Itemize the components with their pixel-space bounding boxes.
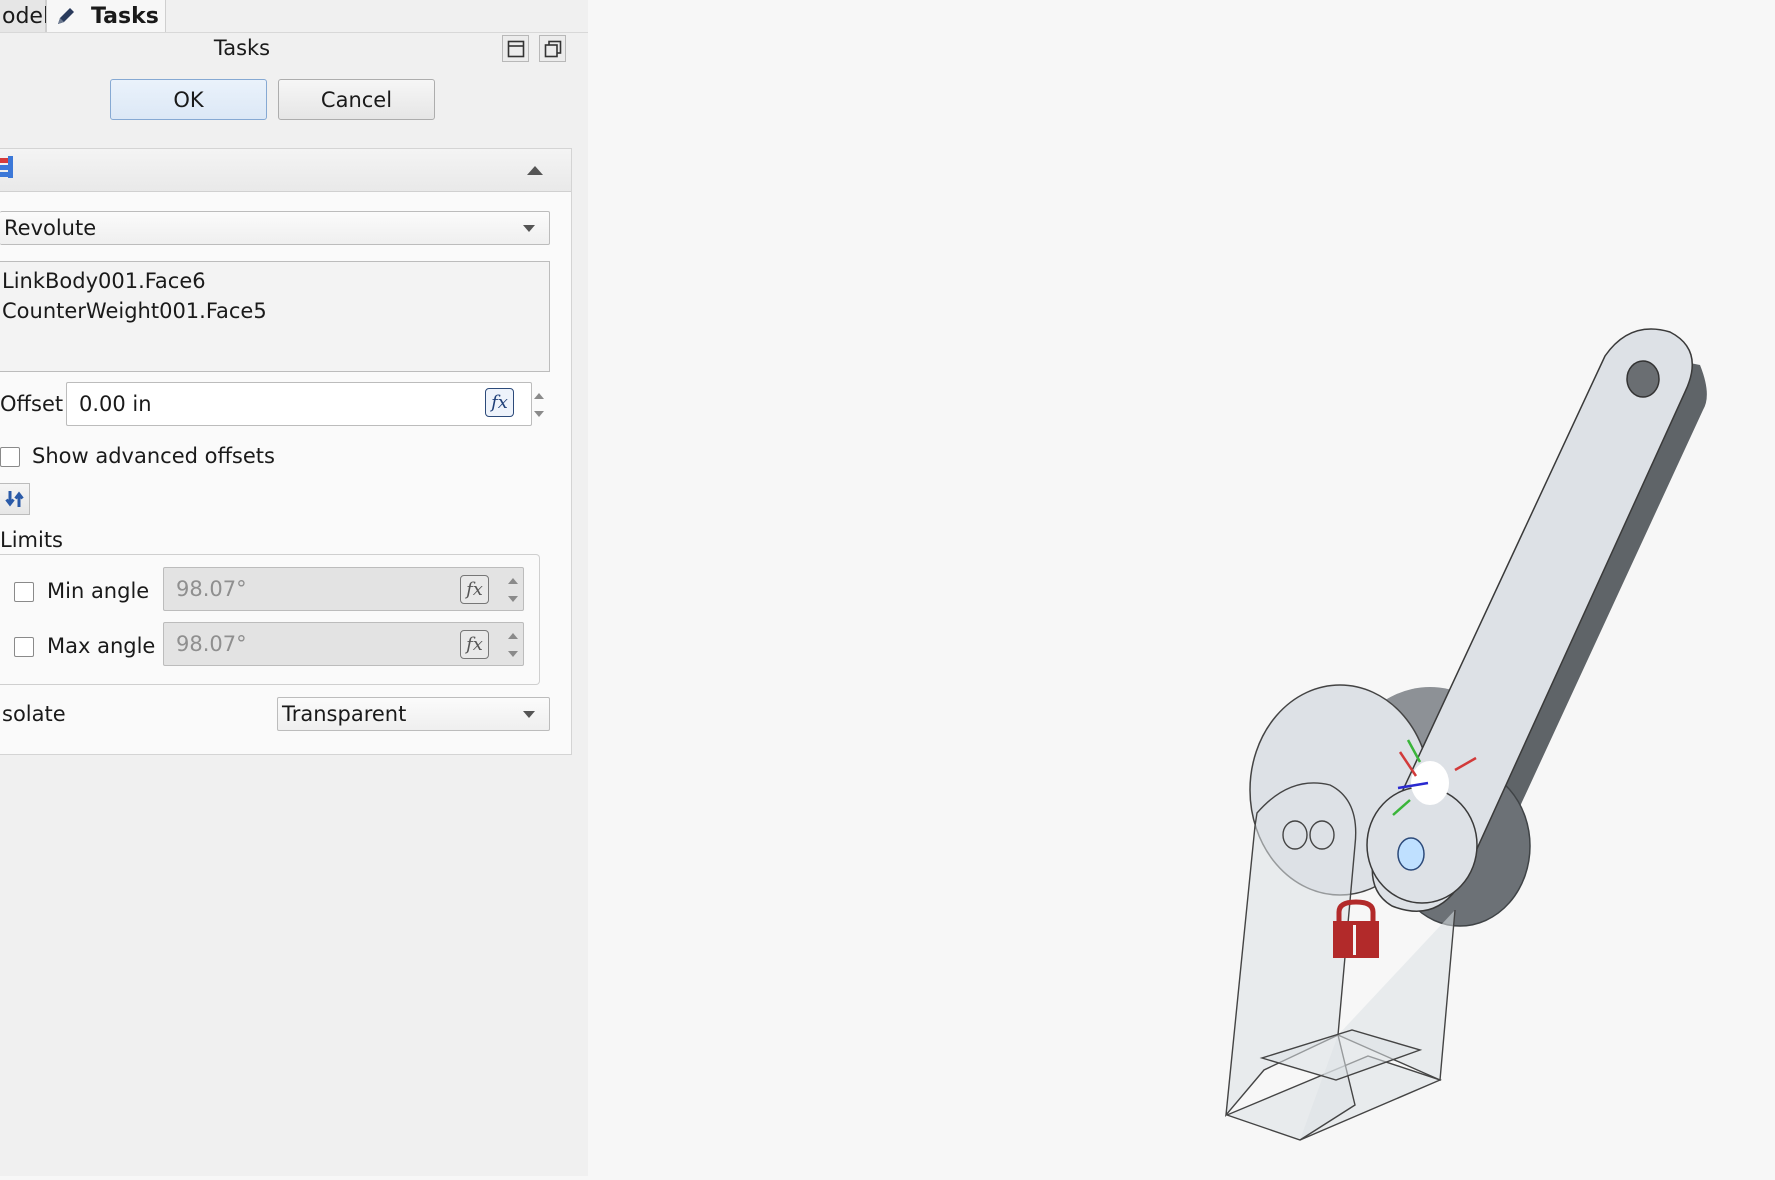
3d-viewport[interactable] — [588, 0, 1775, 1176]
isolate-select[interactable]: Transparent — [277, 697, 550, 731]
tab-tasks[interactable]: Tasks — [46, 0, 166, 32]
taskbox-header[interactable] — [0, 149, 571, 192]
min-angle-label: Min angle — [47, 579, 150, 603]
step-down-icon[interactable] — [508, 596, 518, 602]
show-advanced-offsets-checkbox[interactable] — [0, 447, 20, 467]
step-down-icon[interactable] — [534, 411, 544, 417]
max-angle-checkbox[interactable] — [14, 637, 34, 657]
fx-icon: fx — [466, 579, 483, 600]
step-up-icon[interactable] — [508, 578, 518, 584]
undock-panel-button[interactable] — [539, 35, 566, 62]
joint-type-value: Revolute — [4, 216, 97, 240]
offset-stepper[interactable] — [530, 383, 548, 425]
max-angle-stepper[interactable] — [504, 623, 522, 665]
offset-label: Offset — [0, 392, 64, 416]
reverse-direction-button[interactable] — [0, 483, 30, 515]
min-angle-stepper[interactable] — [504, 568, 522, 610]
link-top-hole — [1626, 360, 1660, 398]
isolate-label: solate — [2, 702, 66, 726]
offset-value: 0.00 in — [79, 392, 152, 416]
max-angle-value: 98.07° — [176, 632, 247, 656]
swap-arrows-icon — [4, 491, 24, 507]
isolate-value: Transparent — [282, 702, 407, 726]
list-item[interactable]: CounterWeight001.Face5 — [0, 296, 549, 326]
min-angle-expression-button[interactable]: fx — [460, 575, 489, 604]
step-down-icon[interactable] — [508, 651, 518, 657]
min-angle-checkbox[interactable] — [14, 582, 34, 602]
offset-input[interactable]: 0.00 in — [66, 382, 532, 426]
fx-icon: fx — [466, 634, 483, 655]
min-angle-value: 98.07° — [176, 577, 247, 601]
max-angle-label: Max angle — [47, 634, 156, 658]
list-item[interactable]: LinkBody001.Face6 — [0, 266, 549, 296]
link-pin-hole — [1397, 837, 1425, 871]
limits-label: Limits — [0, 528, 63, 552]
max-angle-expression-button[interactable]: fx — [460, 630, 489, 659]
joint-references-list[interactable]: LinkBody001.Face6 CounterWeight001.Face5 — [0, 261, 550, 372]
joint-type-select[interactable]: Revolute — [0, 211, 550, 245]
chevron-down-icon — [523, 225, 535, 232]
task-panel: odel Tasks Tasks OK Cancel Revolute Link… — [0, 0, 588, 1176]
cancel-button[interactable]: Cancel — [278, 79, 435, 120]
ok-button[interactable]: OK — [110, 79, 267, 120]
chevron-down-icon — [523, 711, 535, 718]
tab-divider — [0, 32, 588, 33]
collapse-panel-button[interactable] — [502, 35, 529, 62]
restore-window-icon — [544, 40, 561, 57]
joint-marker — [1411, 761, 1449, 805]
offset-expression-button[interactable]: fx — [485, 388, 514, 417]
fx-icon: fx — [491, 392, 508, 413]
collapse-arrow-icon[interactable] — [525, 163, 545, 177]
step-up-icon[interactable] — [508, 633, 518, 639]
lock-icon — [1333, 899, 1379, 958]
assembly-model[interactable] — [588, 0, 1775, 1176]
tasks-title: Tasks — [213, 36, 271, 60]
joint-icon — [0, 156, 13, 178]
show-advanced-offsets-label: Show advanced offsets — [32, 444, 275, 468]
step-up-icon[interactable] — [534, 393, 544, 399]
tab-model-label: odel — [2, 3, 50, 29]
tab-tasks-label: Tasks — [91, 3, 159, 29]
pencil-icon — [58, 8, 74, 24]
tab-model[interactable]: odel — [0, 0, 50, 32]
panel-layout-icon — [507, 40, 524, 57]
